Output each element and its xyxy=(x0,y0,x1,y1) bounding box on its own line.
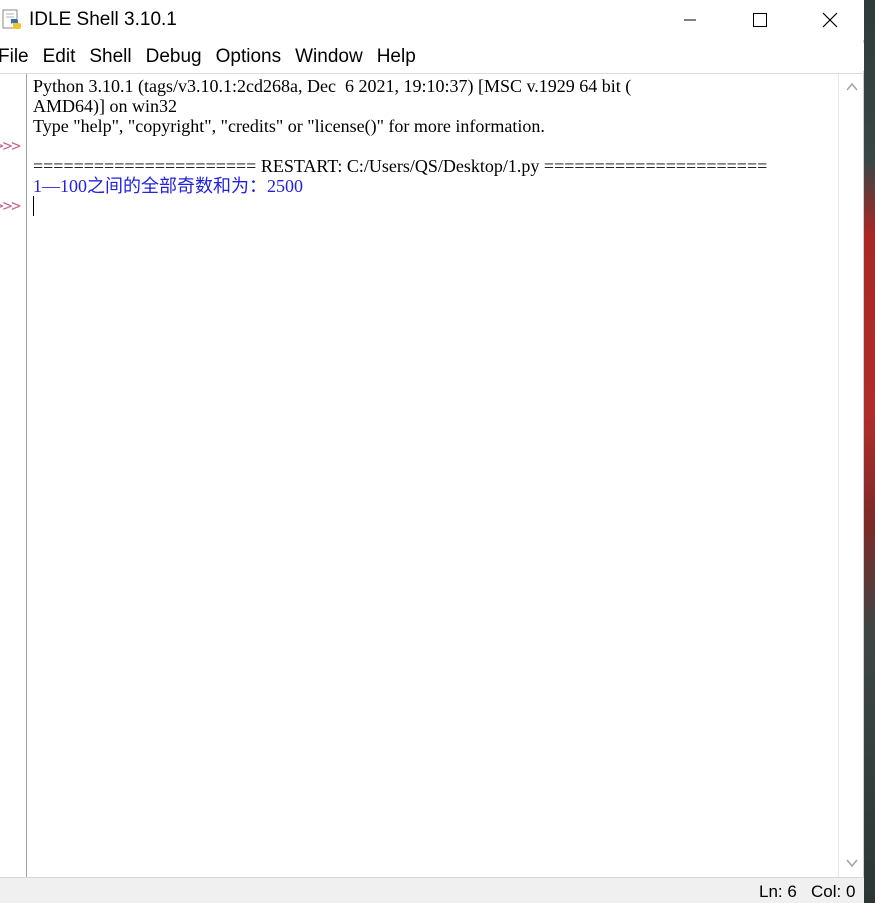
close-icon xyxy=(822,12,838,28)
idle-shell-window: IDLE Shell 3.10.1 File Edit Shell Debug … xyxy=(0,0,864,903)
shell-area: >>> >>> Python 3.10.1 (tags/v3.10.1:2cd2… xyxy=(0,73,864,877)
prompt-gutter: >>> >>> xyxy=(0,74,27,877)
minimize-button[interactable] xyxy=(655,0,725,40)
menu-options[interactable]: Options xyxy=(209,43,288,71)
banner-line-3: Type "help", "copyright", "credits" or "… xyxy=(33,116,545,136)
window-title: IDLE Shell 3.10.1 xyxy=(29,9,177,30)
python-idle-icon xyxy=(2,9,21,29)
shell-text-area[interactable]: Python 3.10.1 (tags/v3.10.1:2cd268a, Dec… xyxy=(33,74,838,877)
minimize-icon xyxy=(684,19,696,21)
title-bar[interactable]: IDLE Shell 3.10.1 xyxy=(0,0,864,40)
text-cursor xyxy=(33,196,34,216)
menu-edit[interactable]: Edit xyxy=(36,43,83,71)
maximize-icon xyxy=(753,13,767,27)
menu-file[interactable]: File xyxy=(0,43,36,71)
program-output-line: 1—100之间的全部奇数和为：2500 xyxy=(33,176,303,196)
banner-line-1: Python 3.10.1 (tags/v3.10.1:2cd268a, Dec… xyxy=(33,76,632,96)
shell-prompt-current: >>> xyxy=(0,196,21,215)
scroll-down-arrow-icon[interactable] xyxy=(846,858,858,868)
menu-shell[interactable]: Shell xyxy=(82,43,138,71)
scroll-up-arrow-icon[interactable] xyxy=(846,82,858,92)
banner-line-2: AMD64)] on win32 xyxy=(33,96,177,116)
vertical-scrollbar[interactable] xyxy=(838,74,863,877)
status-bar: Ln: 6 Col: 0 xyxy=(0,877,864,903)
restart-line: ====================== RESTART: C:/Users… xyxy=(33,156,768,176)
menu-window[interactable]: Window xyxy=(288,43,370,71)
status-column-number: Col: 0 xyxy=(811,882,856,901)
maximize-button[interactable] xyxy=(725,0,795,40)
desktop-background xyxy=(864,0,875,903)
close-button[interactable] xyxy=(795,0,865,40)
menu-bar: File Edit Shell Debug Options Window Hel… xyxy=(0,43,864,71)
status-line-number: Ln: 6 xyxy=(759,882,797,901)
menu-help[interactable]: Help xyxy=(370,43,423,71)
shell-prompt: >>> xyxy=(0,136,21,155)
menu-debug[interactable]: Debug xyxy=(139,43,209,71)
